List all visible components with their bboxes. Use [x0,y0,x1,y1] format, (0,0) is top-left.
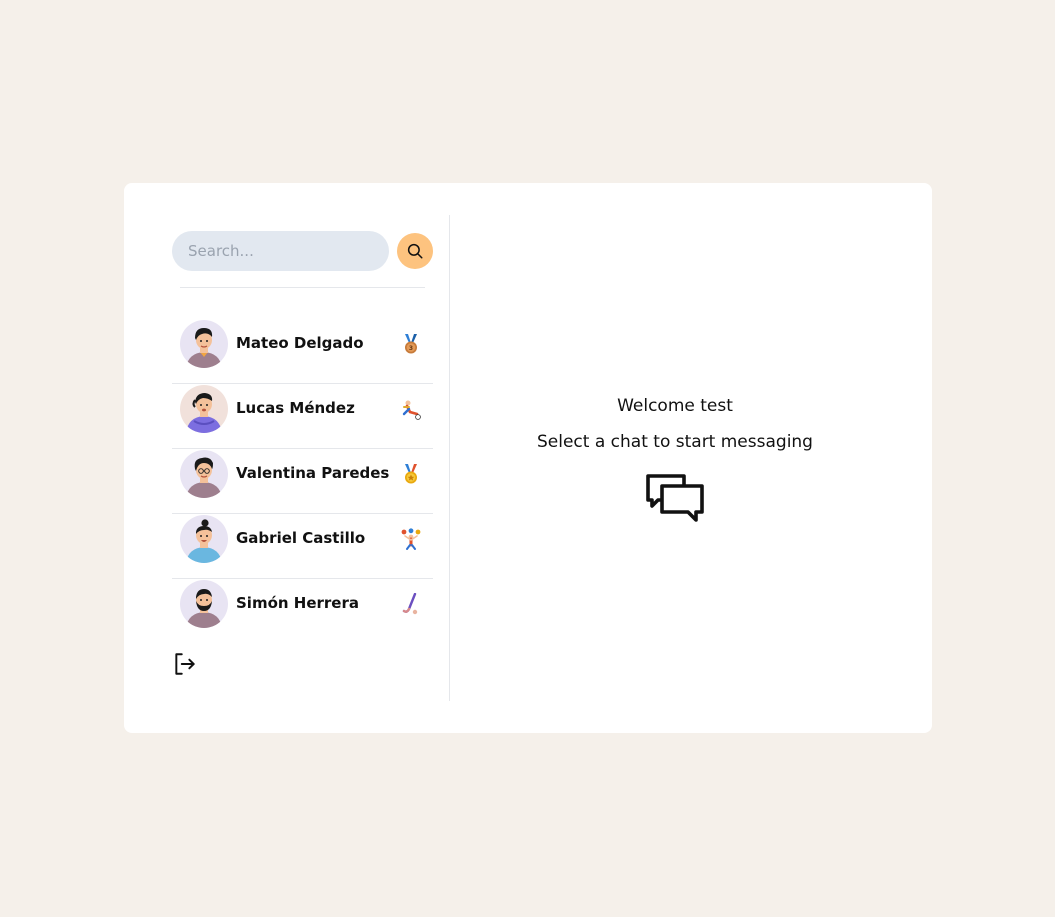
welcome-subtitle: Select a chat to start messaging [537,432,813,452]
soccer-kick-icon [402,400,421,420]
logout-icon [175,653,195,675]
conversation-name: Valentina Paredes [236,464,390,482]
conversation-item[interactable]: Mateo Delgado 3 [172,319,433,384]
3rd-place-medal-icon: 3 [405,334,417,354]
sidebar: Mateo Delgado 3 [172,215,450,701]
sidebar-divider [180,287,425,288]
field-hockey-icon [402,593,418,615]
svg-text:3: 3 [409,345,413,352]
conversation-list: Mateo Delgado 3 Lucas Méndez Valentina P… [172,319,433,643]
conversation-name: Lucas Méndez [236,399,355,417]
conversation-name: Gabriel Castillo [236,529,366,547]
conversation-name: Mateo Delgado [236,334,364,352]
search-form [172,231,433,271]
chat-app-card: Mateo Delgado 3 [124,183,932,733]
search-icon [407,243,423,259]
avatar [180,515,228,563]
avatar [180,385,228,433]
search-input[interactable] [172,231,389,271]
conversation-name: Simón Herrera [236,594,359,612]
avatar [180,450,228,498]
avatar [180,580,228,628]
welcome-panel: Welcome test Select a chat to start mess… [450,183,900,733]
conversation-item[interactable]: Valentina Paredes [172,449,433,514]
conversation-item[interactable]: Gabriel Castillo [172,514,433,579]
chat-bubbles-icon [646,474,704,522]
welcome-title: Welcome test [617,396,733,416]
logout-button[interactable] [172,651,198,677]
conversation-item[interactable]: Lucas Méndez [172,384,433,449]
sports-medal-icon [405,464,417,484]
juggling-icon [401,528,421,550]
conversation-item[interactable]: Simón Herrera [172,579,433,643]
avatar [180,320,228,368]
search-button[interactable] [397,233,433,269]
